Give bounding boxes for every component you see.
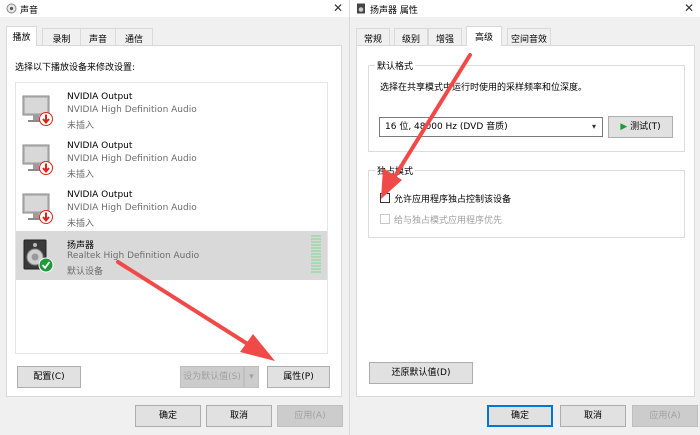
cancel-button[interactable]: 取消 [560, 405, 626, 427]
tab-communications[interactable]: 通信 [115, 28, 153, 45]
format-select[interactable]: 16 位, 48000 Hz (DVD 音质) ▾ [379, 117, 603, 137]
speaker-properties-dialog: 扬声器 属性 ✕ 常规 级别 增强 高级 空间音效 默认格式 选择在共享模式中运… [349, 0, 700, 435]
test-button-label: 测试(T) [630, 122, 661, 132]
chevron-down-icon: ▾ [591, 122, 596, 131]
list-item-speaker-selected[interactable]: 扬声器 Realtek High Definition Audio 默认设备 [16, 231, 327, 280]
device-name: NVIDIA Output [67, 92, 133, 102]
device-name: 扬声器 [67, 241, 95, 251]
exclusive-mode-title: 独占模式 [375, 164, 416, 177]
list-item[interactable]: NVIDIA Output NVIDIA High Definition Aud… [16, 134, 327, 183]
instruction-text: 选择以下播放设备来修改设置: [15, 63, 136, 73]
properties-title-bar: 扬声器 属性 ✕ [350, 0, 700, 17]
configure-button[interactable]: 配置(C) [17, 366, 81, 388]
sound-window-title: 声音 [20, 6, 39, 16]
device-name: NVIDIA Output [67, 190, 133, 200]
properties-window-title: 扬声器 属性 [370, 6, 418, 16]
device-driver: NVIDIA High Definition Audio [67, 203, 197, 213]
set-default-button[interactable]: 设为默认值(S) [180, 366, 244, 388]
tab-playback[interactable]: 播放 [6, 26, 37, 46]
sound-title-bar: 声音 ✕ [0, 0, 349, 17]
device-status: 默认设备 [67, 267, 104, 277]
device-status: 未插入 [67, 121, 95, 131]
list-item[interactable]: NVIDIA Output NVIDIA High Definition Aud… [16, 183, 327, 232]
speaker-small-icon [357, 3, 365, 14]
sound-app-icon [6, 3, 17, 14]
apply-button[interactable]: 应用(A) [277, 405, 343, 427]
tab-sounds[interactable]: 声音 [80, 28, 116, 45]
list-item[interactable]: NVIDIA Output NVIDIA High Definition Aud… [16, 85, 327, 134]
format-selected-value: 16 位, 48000 Hz (DVD 音质) [385, 122, 508, 132]
speaker-icon [23, 239, 54, 273]
tab-advanced[interactable]: 高级 [466, 26, 502, 46]
device-driver: NVIDIA High Definition Audio [67, 105, 197, 115]
monitor-icon [22, 144, 53, 175]
close-icon[interactable]: ✕ [333, 1, 343, 15]
ok-button[interactable]: 确定 [487, 405, 553, 427]
tab-recording[interactable]: 录制 [42, 28, 81, 45]
device-driver: Realtek High Definition Audio [67, 251, 200, 261]
apply-button[interactable]: 应用(A) [632, 405, 698, 427]
device-list: NVIDIA Output NVIDIA High Definition Aud… [15, 82, 328, 354]
give-priority-label: 给与独占模式应用程序优先 [394, 216, 503, 226]
give-priority-checkbox[interactable] [380, 214, 390, 224]
monitor-icon [22, 95, 53, 126]
set-default-dropdown-button[interactable]: ▾ [244, 366, 259, 388]
properties-button[interactable]: 属性(P) [267, 366, 330, 388]
device-driver: NVIDIA High Definition Audio [67, 154, 197, 164]
device-name: NVIDIA Output [67, 141, 133, 151]
tab-levels[interactable]: 级别 [394, 28, 428, 45]
tab-spatial-sound[interactable]: 空间音效 [507, 28, 551, 45]
close-icon[interactable]: ✕ [684, 1, 694, 15]
restore-defaults-button[interactable]: 还原默认值(D) [369, 362, 473, 384]
monitor-icon [22, 193, 53, 224]
chevron-down-icon: ▾ [249, 372, 254, 382]
volume-level-meter [311, 235, 321, 275]
allow-exclusive-checkbox[interactable] [380, 193, 390, 203]
default-format-description: 选择在共享模式中运行时使用的采样频率和位深度。 [380, 83, 588, 93]
tab-enhancements[interactable]: 增强 [428, 28, 462, 45]
test-button[interactable]: ▶ 测试(T) [608, 116, 673, 138]
device-status: 未插入 [67, 170, 95, 180]
device-status: 未插入 [67, 219, 95, 229]
cancel-button[interactable]: 取消 [206, 405, 272, 427]
ok-button[interactable]: 确定 [135, 405, 201, 427]
default-format-group: 默认格式 [368, 59, 685, 152]
allow-exclusive-label: 允许应用程序独占控制该设备 [394, 195, 512, 205]
tab-general[interactable]: 常规 [356, 28, 390, 45]
sound-dialog: 声音 ✕ 播放 录制 声音 通信 选择以下播放设备来修改设置: NVIDIA O… [0, 0, 349, 435]
default-format-title: 默认格式 [375, 59, 416, 72]
play-icon: ▶ [620, 122, 628, 132]
